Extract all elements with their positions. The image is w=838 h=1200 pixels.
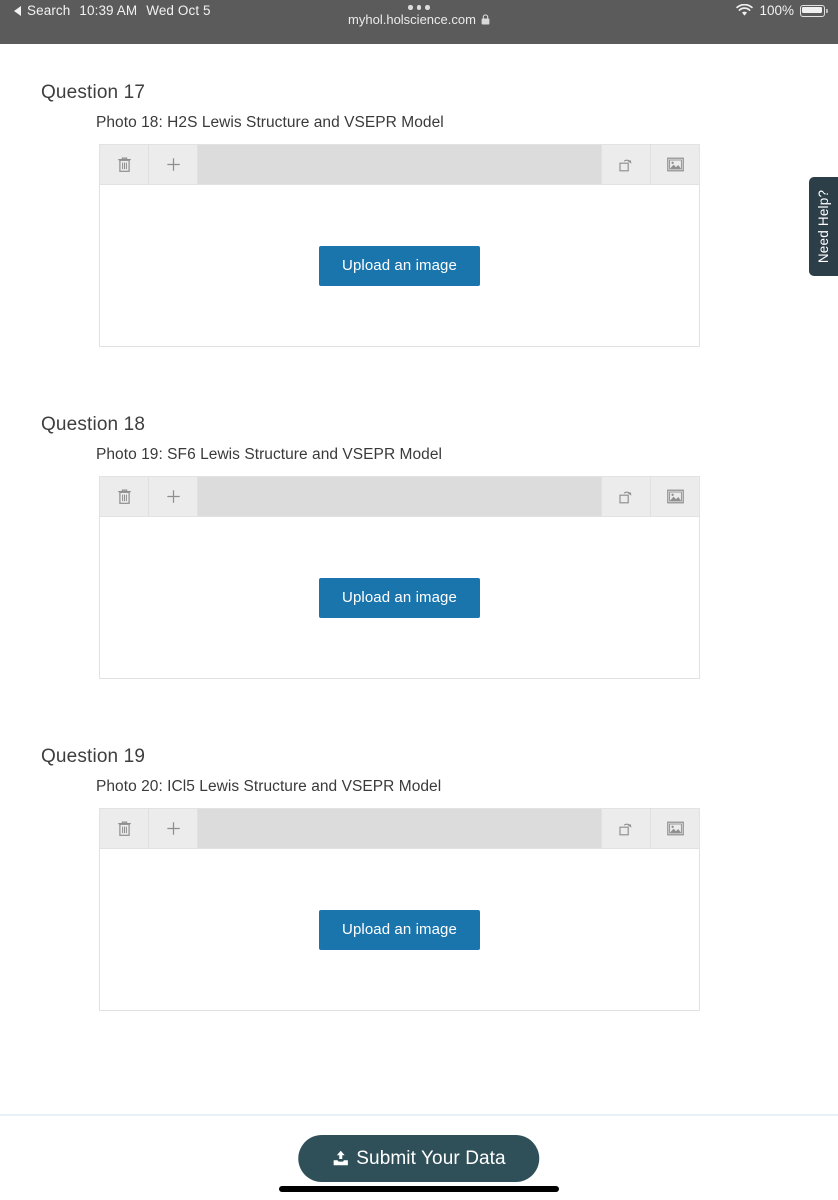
- plus-icon: [166, 490, 180, 503]
- image-icon: [666, 489, 684, 504]
- uploader-dropzone[interactable]: Upload an image: [100, 185, 699, 346]
- submit-your-data-button[interactable]: Submit Your Data: [298, 1135, 540, 1182]
- add-image-button[interactable]: [149, 809, 198, 848]
- battery-full-icon: [800, 4, 828, 17]
- need-help-label: Need Help?: [816, 189, 832, 264]
- rotate-image-button[interactable]: [601, 145, 650, 184]
- lock-icon: [481, 13, 490, 24]
- rotate-icon: [618, 159, 631, 172]
- upload-an-image-button[interactable]: Upload an image: [319, 909, 480, 950]
- battery-percentage: 100%: [759, 3, 794, 18]
- question-block: Question 19 Photo 20: ICl5 Lewis Structu…: [0, 746, 838, 1011]
- upload-icon: [333, 1150, 348, 1166]
- question-title: Question 19: [41, 746, 146, 767]
- three-dots-icon[interactable]: [408, 5, 430, 10]
- wifi-icon: [736, 4, 754, 16]
- photo-label: Photo 19: SF6 Lewis Structure and VSEPR …: [96, 446, 443, 463]
- rotate-icon: [618, 823, 631, 836]
- uploader-toolbar: [100, 809, 699, 849]
- upload-an-image-button[interactable]: Upload an image: [319, 577, 480, 618]
- add-image-button[interactable]: [149, 477, 198, 516]
- trash-icon: [117, 821, 131, 836]
- address-bar-url: myhol.holscience.com: [348, 11, 476, 27]
- uploader-toolbar: [100, 477, 699, 517]
- uploader-dropzone[interactable]: Upload an image: [100, 517, 699, 678]
- submit-button-label: Submit Your Data: [356, 1147, 506, 1169]
- image-icon: [666, 821, 684, 836]
- form-content: Question 17 Photo 18: H2S Lewis Structur…: [0, 44, 838, 1114]
- photo-label: Photo 20: ICl5 Lewis Structure and VSEPR…: [96, 778, 442, 795]
- submit-footer: Submit Your Data: [0, 1114, 838, 1200]
- uploader-dropzone[interactable]: Upload an image: [100, 849, 699, 1010]
- need-help-tab[interactable]: Need Help?: [809, 177, 838, 276]
- photo-label: Photo 18: H2S Lewis Structure and VSEPR …: [96, 114, 444, 131]
- image-uploader: Upload an image: [99, 476, 700, 679]
- question-title: Question 18: [41, 414, 146, 435]
- upload-an-image-button[interactable]: Upload an image: [319, 245, 480, 286]
- delete-image-button[interactable]: [100, 145, 149, 184]
- question-title: Question 17: [41, 82, 146, 103]
- address-bar[interactable]: myhol.holscience.com: [348, 12, 490, 27]
- choose-image-button[interactable]: [650, 809, 699, 848]
- image-uploader: Upload an image: [99, 144, 700, 347]
- ipad-browser-screen: Search 10:39 AM Wed Oct 5 myhol.holscien…: [0, 0, 838, 1200]
- status-bar: Search 10:39 AM Wed Oct 5 myhol.holscien…: [0, 0, 838, 44]
- uploader-toolbar: [100, 145, 699, 185]
- trash-icon: [117, 489, 131, 504]
- status-bar-right: 100%: [736, 3, 828, 18]
- image-uploader: Upload an image: [99, 808, 700, 1011]
- choose-image-button[interactable]: [650, 145, 699, 184]
- plus-icon: [166, 158, 180, 171]
- question-block: Question 17 Photo 18: H2S Lewis Structur…: [0, 82, 838, 347]
- add-image-button[interactable]: [149, 145, 198, 184]
- plus-icon: [166, 822, 180, 835]
- delete-image-button[interactable]: [100, 809, 149, 848]
- question-block: Question 18 Photo 19: SF6 Lewis Structur…: [0, 414, 838, 679]
- delete-image-button[interactable]: [100, 477, 149, 516]
- image-icon: [666, 157, 684, 172]
- choose-image-button[interactable]: [650, 477, 699, 516]
- browser-tab-bar: myhol.holscience.com: [0, 5, 838, 27]
- home-indicator: [279, 1186, 559, 1192]
- rotate-image-button[interactable]: [601, 477, 650, 516]
- rotate-image-button[interactable]: [601, 809, 650, 848]
- rotate-icon: [618, 491, 631, 504]
- trash-icon: [117, 157, 131, 172]
